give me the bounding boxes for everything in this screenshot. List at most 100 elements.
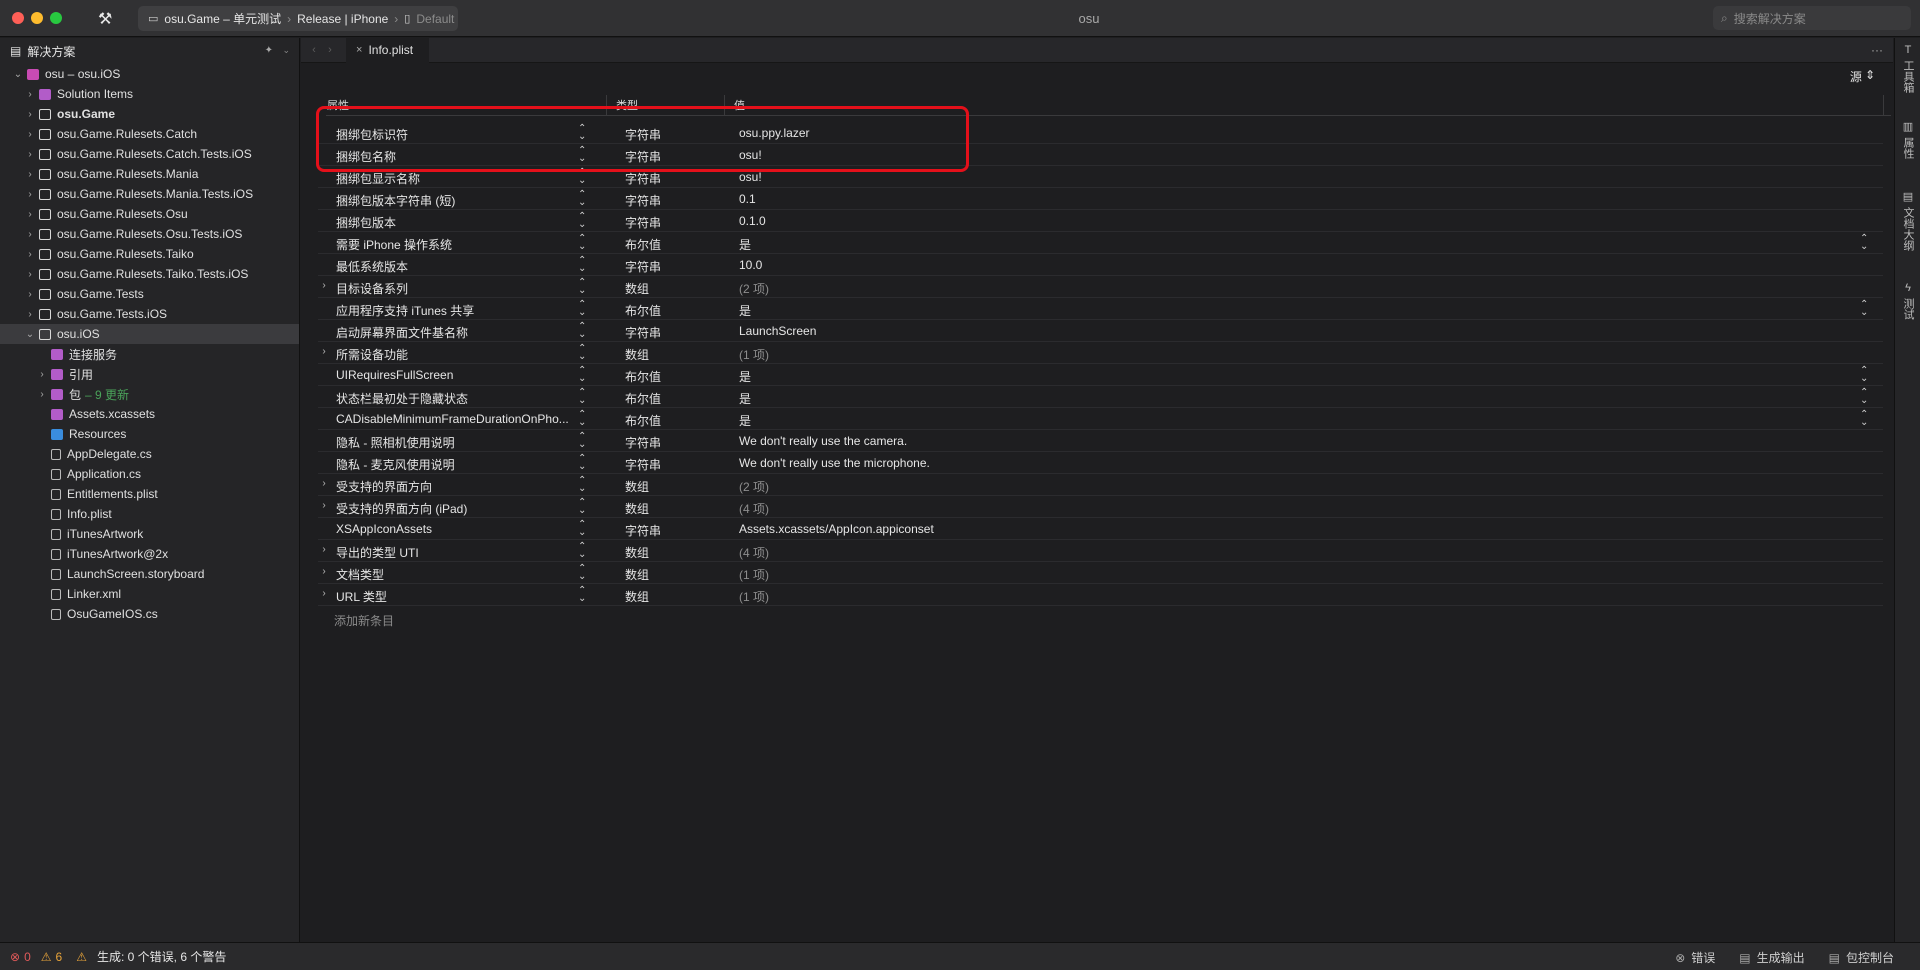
add-new-entry[interactable]: 添加新条目 xyxy=(334,612,394,629)
errors-pad-button[interactable]: ⊗ 错误 xyxy=(1675,949,1715,966)
chevron-right-icon[interactable]: › xyxy=(36,369,48,380)
chevron-right-icon[interactable]: › xyxy=(24,89,36,100)
tree-item[interactable]: iTunesArtwork xyxy=(0,524,299,544)
toolbox-tab[interactable]: T 工具箱 xyxy=(1895,44,1920,93)
plist-key[interactable]: 启动屏幕界面文件基名称 xyxy=(336,324,576,341)
plist-key[interactable]: XSAppIconAssets xyxy=(336,522,576,536)
chevron-right-icon[interactable]: › xyxy=(36,389,48,400)
plist-key[interactable]: 所需设备功能 xyxy=(336,346,576,363)
plist-row[interactable]: 捆绑包标识符 ⌃ ⌄ 字符串 osu.ppy.lazer xyxy=(318,122,1883,144)
plist-row[interactable]: UIRequiresFullScreen ⌃ ⌄ 布尔值是 ⌃ ⌄ xyxy=(318,364,1883,386)
key-stepper-icon[interactable]: ⌃ ⌄ xyxy=(578,454,586,472)
plist-row[interactable]: 需要 iPhone 操作系统 ⌃ ⌄ 布尔值是 ⌃ ⌄ xyxy=(318,232,1883,254)
tree-item[interactable]: Info.plist xyxy=(0,504,299,524)
chevron-right-icon[interactable]: › xyxy=(24,249,36,260)
document-outline-tab[interactable]: ▤ 文档大纲 xyxy=(1895,190,1920,251)
plist-row[interactable]: 最低系统版本 ⌃ ⌄ 字符串 10.0 xyxy=(318,254,1883,276)
column-value[interactable]: 值 xyxy=(734,97,745,113)
plist-key[interactable]: 捆绑包标识符 xyxy=(336,126,576,143)
plist-value[interactable]: LaunchScreen xyxy=(739,324,816,338)
value-dropdown-icon[interactable]: ⌃ ⌄ xyxy=(1860,234,1868,252)
tree-item[interactable]: ⌄ osu.iOS xyxy=(0,324,299,344)
key-stepper-icon[interactable]: ⌃ ⌄ xyxy=(578,366,586,384)
plist-key[interactable]: 状态栏最初处于隐藏状态 xyxy=(336,390,576,407)
properties-tab[interactable]: ▥ 属性 xyxy=(1895,120,1920,159)
plist-value[interactable]: 是 xyxy=(739,412,751,429)
plist-row[interactable]: 启动屏幕界面文件基名称 ⌃ ⌄ 字符串 LaunchScreen xyxy=(318,320,1883,342)
key-stepper-icon[interactable]: ⌃ ⌄ xyxy=(578,542,586,560)
key-stepper-icon[interactable]: ⌃ ⌄ xyxy=(578,476,586,494)
plist-key[interactable]: URL 类型 xyxy=(336,588,576,605)
tree-item[interactable]: Entitlements.plist xyxy=(0,484,299,504)
chevron-right-icon[interactable]: › xyxy=(24,169,36,180)
tree-item[interactable]: OsuGameIOS.cs xyxy=(0,604,299,624)
key-stepper-icon[interactable]: ⌃ ⌄ xyxy=(578,520,586,538)
tree-item[interactable]: › osu.Game.Tests xyxy=(0,284,299,304)
plist-value[interactable]: 是 xyxy=(739,236,751,253)
tree-item[interactable]: › osu.Game.Rulesets.Mania xyxy=(0,164,299,184)
nav-forward-icon[interactable]: › xyxy=(322,44,338,56)
key-stepper-icon[interactable]: ⌃ ⌄ xyxy=(578,432,586,450)
error-indicator[interactable]: ⊗ 0 xyxy=(10,950,31,964)
plist-type[interactable]: 字符串 xyxy=(625,434,661,451)
tree-item[interactable]: › osu.Game xyxy=(0,104,299,124)
plist-key[interactable]: 捆绑包版本 xyxy=(336,214,576,231)
plist-key[interactable]: CADisableMinimumFrameDurationOnPho... xyxy=(336,412,576,426)
plist-row[interactable]: › 受支持的界面方向 ⌃ ⌄ 数组 (2 项) xyxy=(318,474,1883,496)
chevron-right-icon[interactable]: › xyxy=(318,544,330,555)
chevron-right-icon[interactable]: › xyxy=(318,280,330,291)
key-stepper-icon[interactable]: ⌃ ⌄ xyxy=(578,388,586,406)
plist-row[interactable]: 隐私 - 照相机使用说明 ⌃ ⌄ 字符串 We don't really use the… xyxy=(318,430,1883,452)
plist-type[interactable]: 数组 xyxy=(625,280,649,297)
pin-icon[interactable]: ✦ xyxy=(265,45,273,56)
tree-item[interactable]: › osu.Game.Rulesets.Osu xyxy=(0,204,299,224)
key-stepper-icon[interactable]: ⌃ ⌄ xyxy=(578,410,586,428)
plist-type[interactable]: 布尔值 xyxy=(625,302,661,319)
value-dropdown-icon[interactable]: ⌃ ⌄ xyxy=(1860,366,1868,384)
plist-value[interactable]: 是 xyxy=(739,302,751,319)
more-icon[interactable]: ··· xyxy=(1871,43,1883,57)
close-tab-icon[interactable]: × xyxy=(356,44,362,56)
chevron-right-icon[interactable]: › xyxy=(24,129,36,140)
tree-item[interactable]: 连接服务 xyxy=(0,344,299,364)
chevron-right-icon[interactable]: › xyxy=(24,229,36,240)
tree-item[interactable]: LaunchScreen.storyboard xyxy=(0,564,299,584)
source-view-selector[interactable]: 源 ⇕ xyxy=(1850,68,1875,85)
plist-row[interactable]: CADisableMinimumFrameDurationOnPho... ⌃ ⌄ 布… xyxy=(318,408,1883,430)
chevron-right-icon[interactable]: › xyxy=(24,189,36,200)
plist-value[interactable]: 0.1.0 xyxy=(739,214,766,228)
plist-type[interactable]: 数组 xyxy=(625,346,649,363)
column-divider[interactable] xyxy=(1883,95,1884,116)
key-stepper-icon[interactable]: ⌃ ⌄ xyxy=(578,300,586,318)
plist-value[interactable]: (4 项) xyxy=(739,500,769,517)
column-divider[interactable] xyxy=(606,95,607,116)
plist-type[interactable]: 字符串 xyxy=(625,148,661,165)
tree-item[interactable]: › Solution Items xyxy=(0,84,299,104)
key-stepper-icon[interactable]: ⌃ ⌄ xyxy=(578,234,586,252)
plist-value[interactable]: 10.0 xyxy=(739,258,762,272)
plist-type[interactable]: 字符串 xyxy=(625,522,661,539)
plist-type[interactable]: 布尔值 xyxy=(625,412,661,429)
key-stepper-icon[interactable]: ⌃ ⌄ xyxy=(578,564,586,582)
plist-row[interactable]: 状态栏最初处于隐藏状态 ⌃ ⌄ 布尔值是 ⌃ ⌄ xyxy=(318,386,1883,408)
plist-value[interactable]: 是 xyxy=(739,368,751,385)
plist-key[interactable]: 应用程序支持 iTunes 共享 xyxy=(336,302,576,319)
plist-type[interactable]: 字符串 xyxy=(625,126,661,143)
key-stepper-icon[interactable]: ⌃ ⌄ xyxy=(578,498,586,516)
plist-type[interactable]: 数组 xyxy=(625,544,649,561)
plist-value[interactable]: osu.ppy.lazer xyxy=(739,126,809,140)
tree-item[interactable]: iTunesArtwork@2x xyxy=(0,544,299,564)
key-stepper-icon[interactable]: ⌃ ⌄ xyxy=(578,190,586,208)
tree-item[interactable]: › osu.Game.Rulesets.Mania.Tests.iOS xyxy=(0,184,299,204)
plist-type[interactable]: 布尔值 xyxy=(625,236,661,253)
solution-search-input[interactable]: ⌕ 搜索解决方案 xyxy=(1713,6,1911,30)
column-property[interactable]: 属性 xyxy=(327,97,349,113)
plist-key[interactable]: 受支持的界面方向 xyxy=(336,478,576,495)
key-stepper-icon[interactable]: ⌃ ⌄ xyxy=(578,586,586,604)
plist-value[interactable]: We don't really use the microphone. xyxy=(739,456,930,470)
plist-key[interactable]: 捆绑包显示名称 xyxy=(336,170,576,187)
plist-key[interactable]: 捆绑包名称 xyxy=(336,148,576,165)
plist-key[interactable]: 文档类型 xyxy=(336,566,576,583)
tree-item[interactable]: › 包 – 9 更新 xyxy=(0,384,299,404)
key-stepper-icon[interactable]: ⌃ ⌄ xyxy=(578,168,586,186)
